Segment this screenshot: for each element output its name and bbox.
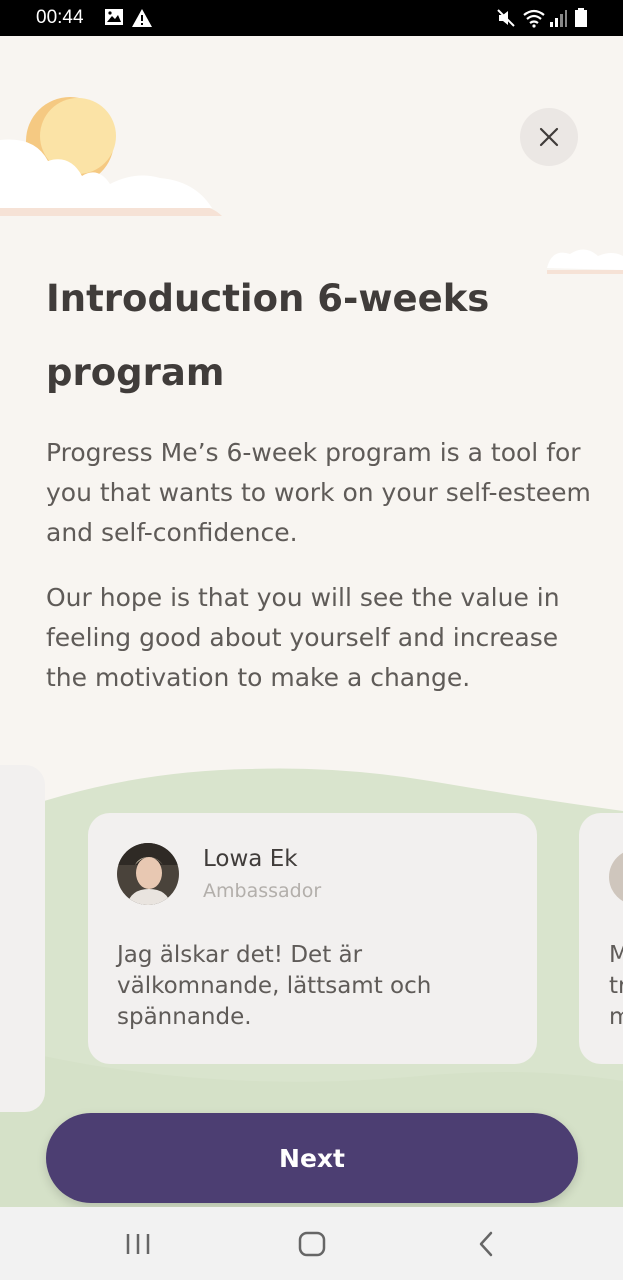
system-navigation-bar [0,1207,623,1280]
next-testimonial-card[interactable]: M tr m [579,813,623,1064]
warning-icon [132,9,152,27]
image-notification-icon [105,9,123,25]
recents-icon[interactable] [124,1227,152,1261]
previous-testimonial-card[interactable] [0,765,45,1112]
status-bar: 00:44 [0,0,623,36]
page-title: Introduction 6-weeks program [46,277,490,394]
close-button[interactable] [520,108,578,166]
intro-paragraph: Progress Me’s 6-week program is a tool f… [46,438,591,547]
avatar [117,843,179,905]
battery-icon [575,8,587,27]
status-time: 00:44 [36,7,84,28]
hope-paragraph: Our hope is that you will see the value … [46,583,560,692]
avatar [609,849,623,905]
testimonial-card[interactable]: Lowa Ek Ambassador Jag älskar det! Det ä… [88,813,537,1064]
testimonial-role: Ambassador [203,880,322,902]
signal-icon [550,10,567,27]
close-icon [539,127,559,147]
testimonial-name: Lowa Ek [203,846,298,872]
next-button[interactable]: Next [46,1113,578,1203]
onboarding-screen: Introduction 6-weeks program Progress Me… [0,36,623,1207]
testimonial-quote: Jag älskar det! Det är välkomnande, lätt… [117,942,432,1030]
next-testimonial-quote: M tr m [609,942,623,1030]
home-icon[interactable] [297,1227,327,1261]
back-icon[interactable] [474,1227,498,1261]
wifi-icon [523,9,545,28]
mute-icon [497,9,515,27]
